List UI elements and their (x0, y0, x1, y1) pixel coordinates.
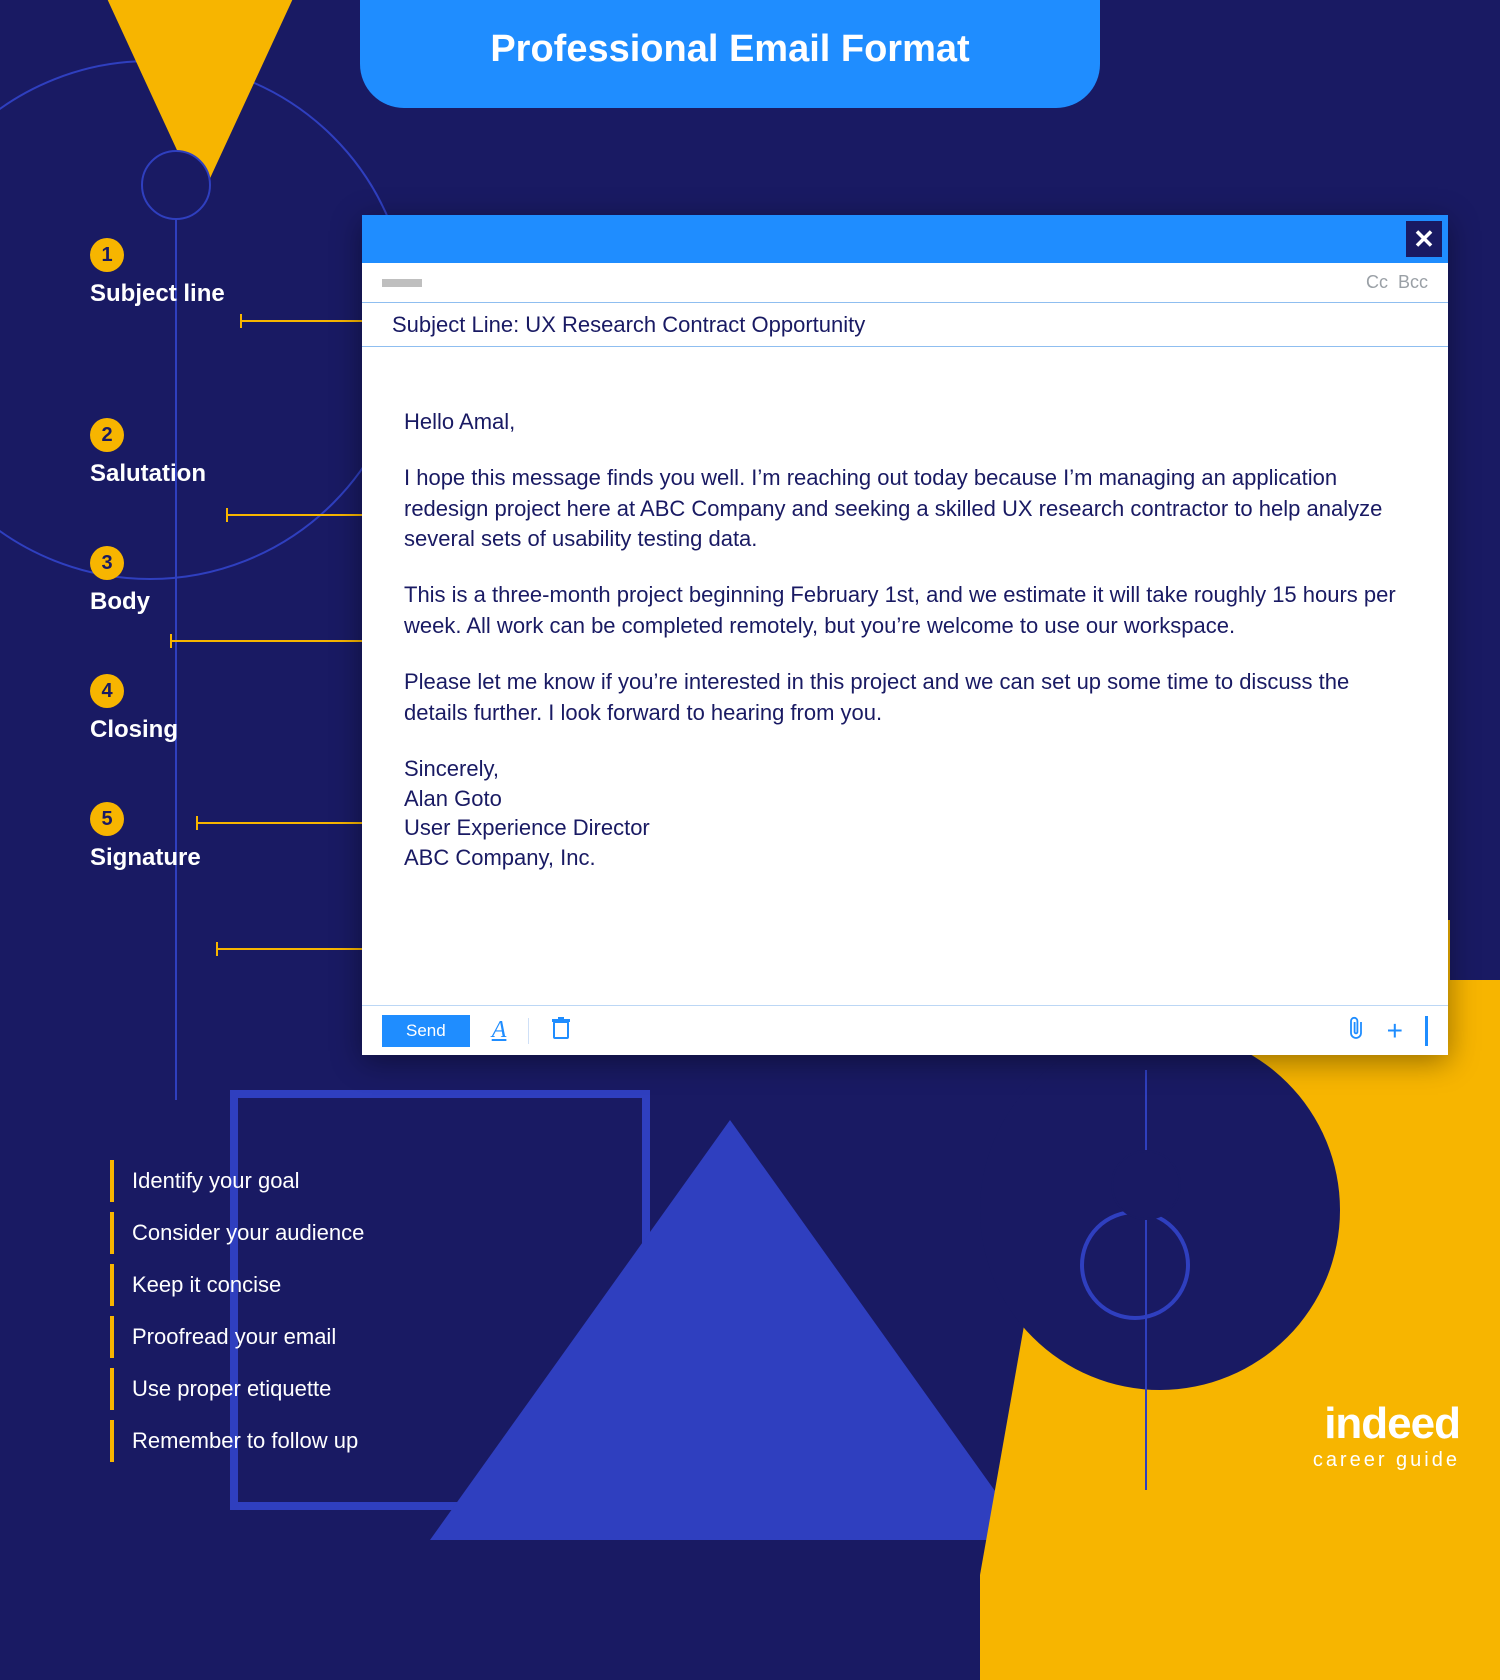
toolbar-divider (1425, 1016, 1428, 1046)
logo-brand: indeed (1313, 1399, 1460, 1449)
tip-item: Use proper etiquette (110, 1368, 364, 1410)
email-body-paragraph: I hope this message finds you well. I’m … (404, 463, 1406, 554)
bg-ring (1080, 1210, 1190, 1320)
close-icon[interactable]: ✕ (1406, 221, 1442, 257)
connector-line (196, 822, 388, 824)
tip-item: Keep it concise (110, 1264, 364, 1306)
trash-icon[interactable] (551, 1017, 571, 1045)
callout-label: Body (90, 588, 350, 616)
font-format-icon[interactable]: A (492, 1017, 507, 1044)
callout-label: Signature (90, 844, 350, 872)
cc-bcc-toggles[interactable]: Cc Bcc (1366, 272, 1428, 293)
email-signature: Sincerely, Alan Goto User Experience Dir… (404, 754, 1406, 873)
signature-title: User Experience Director (404, 813, 1406, 843)
email-salutation: Hello Amal, (404, 407, 1406, 437)
callout-body: 3 Body (90, 546, 350, 616)
callout-number: 3 (90, 546, 124, 580)
tips-list: Identify your goal Consider your audienc… (110, 1160, 364, 1472)
callout-label: Subject line (90, 280, 350, 308)
signature-valediction: Sincerely, (404, 754, 1406, 784)
signature-name: Alan Goto (404, 784, 1406, 814)
email-to-row[interactable]: Cc Bcc (362, 263, 1448, 303)
callout-label: Closing (90, 716, 350, 744)
connector-line (170, 640, 388, 642)
callout-list: 1 Subject line 2 Salutation 3 Body 4 Clo… (90, 238, 350, 930)
tip-item: Remember to follow up (110, 1420, 364, 1462)
email-body-area[interactable]: Hello Amal, I hope this message finds yo… (362, 347, 1448, 893)
attachment-icon[interactable] (1347, 1016, 1365, 1046)
callout-salutation: 2 Salutation (90, 418, 350, 488)
bg-dot (141, 150, 211, 220)
cc-label[interactable]: Cc (1366, 272, 1388, 292)
bcc-label[interactable]: Bcc (1398, 272, 1428, 292)
bg-line (1145, 1070, 1147, 1490)
callout-number: 4 (90, 674, 124, 708)
send-button[interactable]: Send (382, 1015, 470, 1047)
add-icon[interactable]: + (1387, 1015, 1403, 1047)
callout-label: Salutation (90, 460, 350, 488)
callout-closing: 4 Closing (90, 674, 350, 744)
callout-number: 5 (90, 802, 124, 836)
email-compose-window: ✕ Cc Bcc Subject Line: UX Research Contr… (362, 215, 1448, 1055)
email-subject-text: Subject Line: UX Research Contract Oppor… (392, 312, 865, 338)
callout-number: 2 (90, 418, 124, 452)
toolbar-divider (528, 1018, 529, 1044)
send-button-label: Send (406, 1021, 446, 1041)
logo-subtitle: career guide (1313, 1449, 1460, 1472)
bg-triangle (430, 1120, 1030, 1540)
email-toolbar: Send A + (362, 1005, 1448, 1055)
indeed-logo: indeed career guide (1313, 1399, 1460, 1472)
signature-company: ABC Company, Inc. (404, 843, 1406, 873)
email-body-paragraph: This is a three-month project beginning … (404, 580, 1406, 641)
page-title: Professional Email Format (490, 28, 969, 71)
page-title-banner: Professional Email Format (360, 0, 1100, 108)
callout-subject-line: 1 Subject line (90, 238, 350, 308)
to-placeholder-icon (382, 279, 422, 287)
bg-dot (1111, 1150, 1181, 1220)
callout-signature: 5 Signature (90, 802, 350, 872)
tip-item: Consider your audience (110, 1212, 364, 1254)
tip-item: Identify your goal (110, 1160, 364, 1202)
callout-number: 1 (90, 238, 124, 272)
email-subject-row[interactable]: Subject Line: UX Research Contract Oppor… (362, 303, 1448, 347)
email-titlebar: ✕ (362, 215, 1448, 263)
tip-item: Proofread your email (110, 1316, 364, 1358)
email-closing-paragraph: Please let me know if you’re interested … (404, 667, 1406, 728)
